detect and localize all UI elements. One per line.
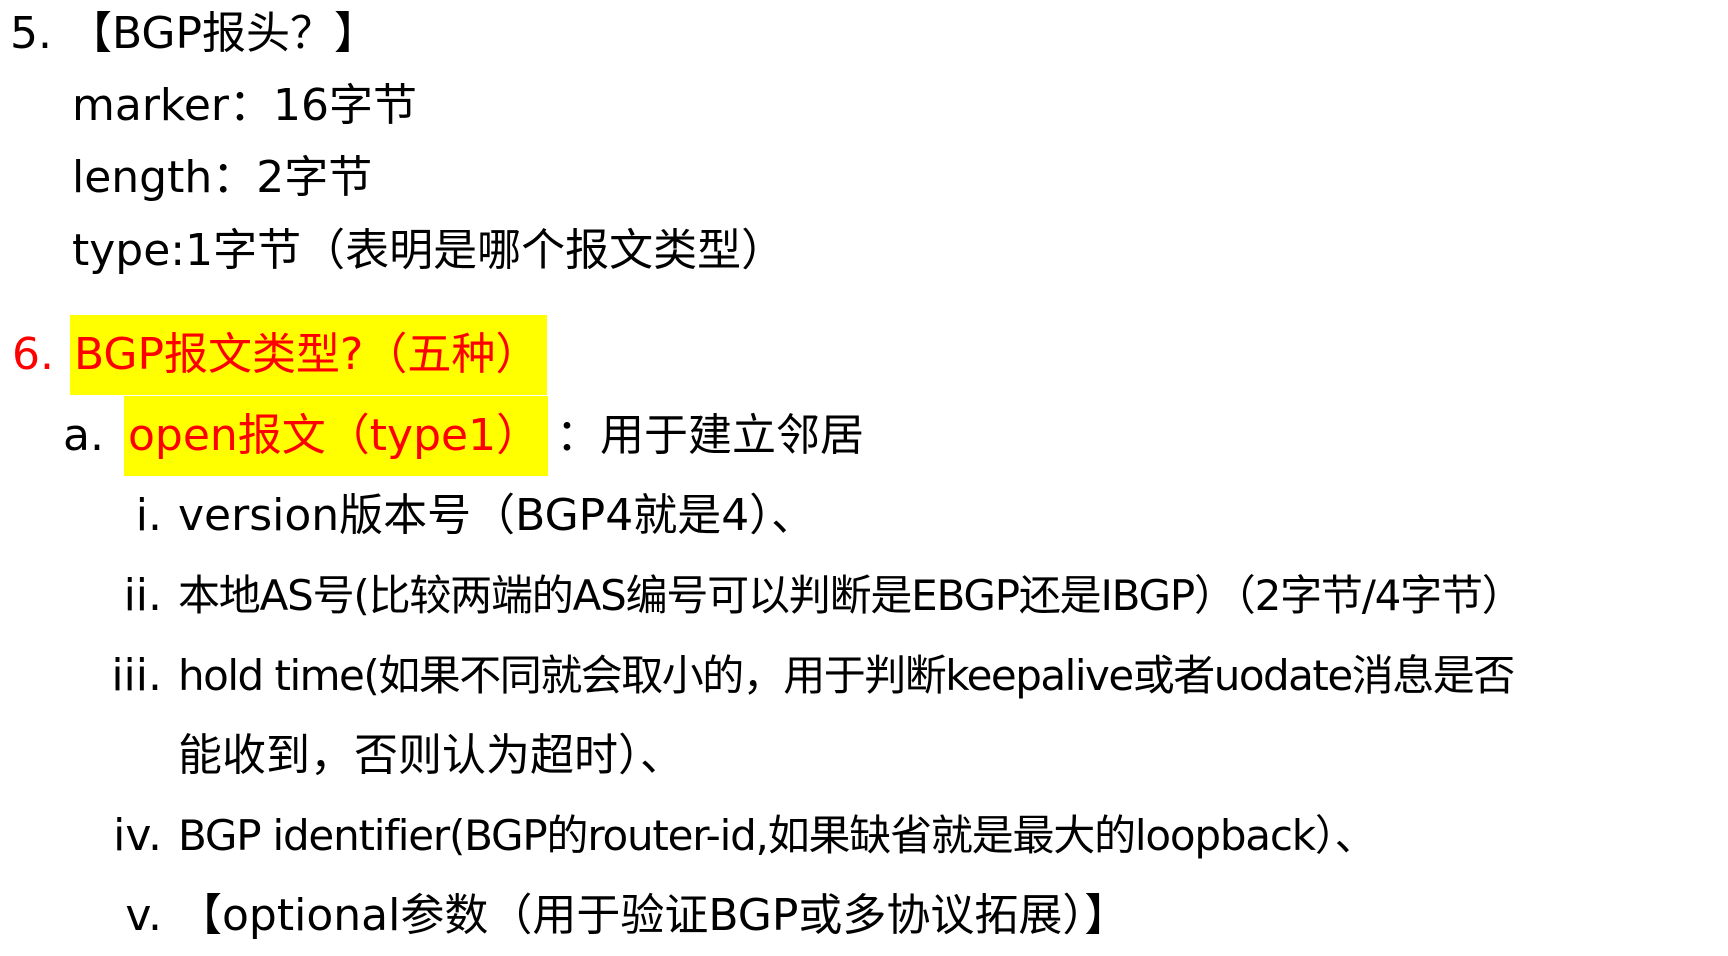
list-marker: iv. — [113, 810, 162, 861]
list-marker: v. — [125, 890, 162, 941]
list-item-iv: iv. BGP identifier(BGP的router-id,如果缺省就是最… — [0, 796, 1728, 876]
item-5-line-text: marker：16字节 — [72, 80, 417, 131]
item-number-5: 5. — [10, 8, 52, 59]
list-item-text: BGP identifier(BGP的router-id,如果缺省就是最大的lo… — [178, 811, 1377, 860]
list-marker: ii. — [123, 570, 162, 621]
item-number-6: 6. — [12, 329, 54, 380]
list-item-ii: ii. 本地AS号(比较两端的AS编号可以判断是EBGP还是IBGP）（2字节/… — [0, 556, 1728, 636]
item-5-line-text: length：2字节 — [72, 152, 373, 203]
item-5-line-length: length：2字节 — [0, 138, 1728, 218]
list-marker: iii. — [111, 650, 162, 701]
item-5-line-marker: marker：16字节 — [0, 66, 1728, 146]
list-item-text: version版本号（BGP4就是4）、 — [178, 490, 816, 541]
list-item-v: v. 【optional参数（用于验证BGP或多协议拓展）】 — [0, 876, 1728, 956]
item-6-title-highlight: BGP报文类型?（五种） — [70, 315, 548, 395]
list-item-iii: iii. hold time(如果不同就会取小的，用于判断keepalive或者… — [0, 636, 1728, 716]
heading-item-5: 5. 【BGP报头？】 — [0, 0, 1728, 74]
item-5-line-text: type:1字节（表明是哪个报文类型） — [72, 225, 786, 276]
heading-item-6: 6. BGP报文类型?（五种） — [0, 315, 1728, 395]
list-item-i: i. version版本号（BGP4就是4）、 — [0, 476, 1728, 556]
sub-item-marker-a: a. — [63, 410, 104, 461]
list-marker: i. — [135, 490, 162, 541]
list-item-iii-continuation: 能收到，否则认为超时）、 — [0, 716, 1728, 796]
sub-item-a-highlight: open报文（type1） — [124, 396, 549, 476]
list-item-continuation-text: 能收到，否则认为超时）、 — [178, 730, 684, 781]
list-item-text: hold time(如果不同就会取小的，用于判断keepalive或者uodat… — [178, 651, 1515, 700]
sub-item-a-rest: ：用于建立邻居 — [556, 410, 864, 461]
sub-item-a: a. open报文（type1） ：用于建立邻居 — [0, 396, 1728, 476]
list-item-text: 本地AS号(比较两端的AS编号可以判断是EBGP还是IBGP）（2字节/4字节） — [178, 571, 1524, 620]
list-item-text: 【optional参数（用于验证BGP或多协议拓展）】 — [178, 890, 1129, 941]
item-5-title: 【BGP报头？】 — [68, 8, 379, 59]
item-5-line-type: type:1字节（表明是哪个报文类型） — [0, 211, 1728, 291]
